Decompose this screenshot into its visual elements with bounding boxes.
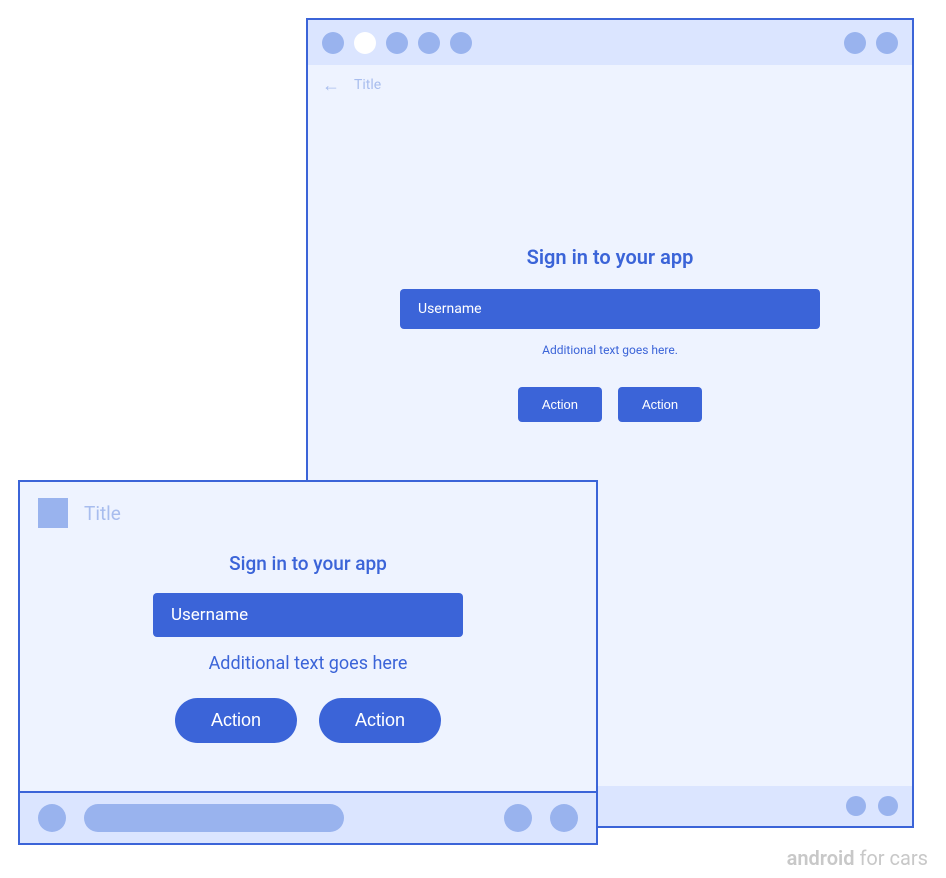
additional-info-text: Additional text goes here. <box>542 343 678 357</box>
signin-heading: Sign in to your app <box>527 245 694 269</box>
appbar-title: Title <box>354 77 381 93</box>
brand-light: for cars <box>854 846 928 870</box>
username-label: Username <box>171 605 248 625</box>
app-bar: Title <box>20 482 596 544</box>
status-dot-icon <box>450 32 472 54</box>
small-device-mockup: Title Sign in to your app Username Addit… <box>18 480 598 845</box>
back-arrow-icon[interactable]: ← <box>322 75 340 96</box>
brand-footer: android for cars <box>787 846 928 870</box>
status-bar <box>308 20 912 65</box>
status-dot-icon <box>844 32 866 54</box>
nav-dot-icon[interactable] <box>38 804 66 832</box>
status-dot-icon <box>322 32 344 54</box>
main-content: Sign in to your app Username Additional … <box>308 105 912 422</box>
action-button-2[interactable]: Action <box>319 698 441 743</box>
action-button-1[interactable]: Action <box>518 387 602 422</box>
nav-dot-icon[interactable] <box>550 804 578 832</box>
statusbar-left-group <box>322 32 472 54</box>
appbar-title: Title <box>84 502 121 525</box>
username-input[interactable]: Username <box>153 593 463 637</box>
nav-pill-icon[interactable] <box>84 804 344 832</box>
status-dot-icon <box>876 32 898 54</box>
signin-heading: Sign in to your app <box>229 552 387 575</box>
username-input[interactable]: Username <box>400 289 820 329</box>
username-label: Username <box>418 301 482 317</box>
nav-dot-icon[interactable] <box>846 796 866 816</box>
nav-dot-icon[interactable] <box>504 804 532 832</box>
action-button-row: Action Action <box>518 387 702 422</box>
action-button-row: Action Action <box>175 698 441 743</box>
navigation-bar <box>20 791 596 843</box>
main-content: Sign in to your app Username Additional … <box>20 544 596 743</box>
nav-dot-icon[interactable] <box>878 796 898 816</box>
status-dot-active-icon <box>354 32 376 54</box>
statusbar-right-group <box>844 32 898 54</box>
status-dot-icon <box>386 32 408 54</box>
brand-bold: android <box>787 846 855 870</box>
status-dot-icon <box>418 32 440 54</box>
app-bar: ← Title <box>308 65 912 105</box>
additional-info-text: Additional text goes here <box>209 653 408 674</box>
action-button-2[interactable]: Action <box>618 387 702 422</box>
action-button-1[interactable]: Action <box>175 698 297 743</box>
app-icon[interactable] <box>38 498 68 528</box>
